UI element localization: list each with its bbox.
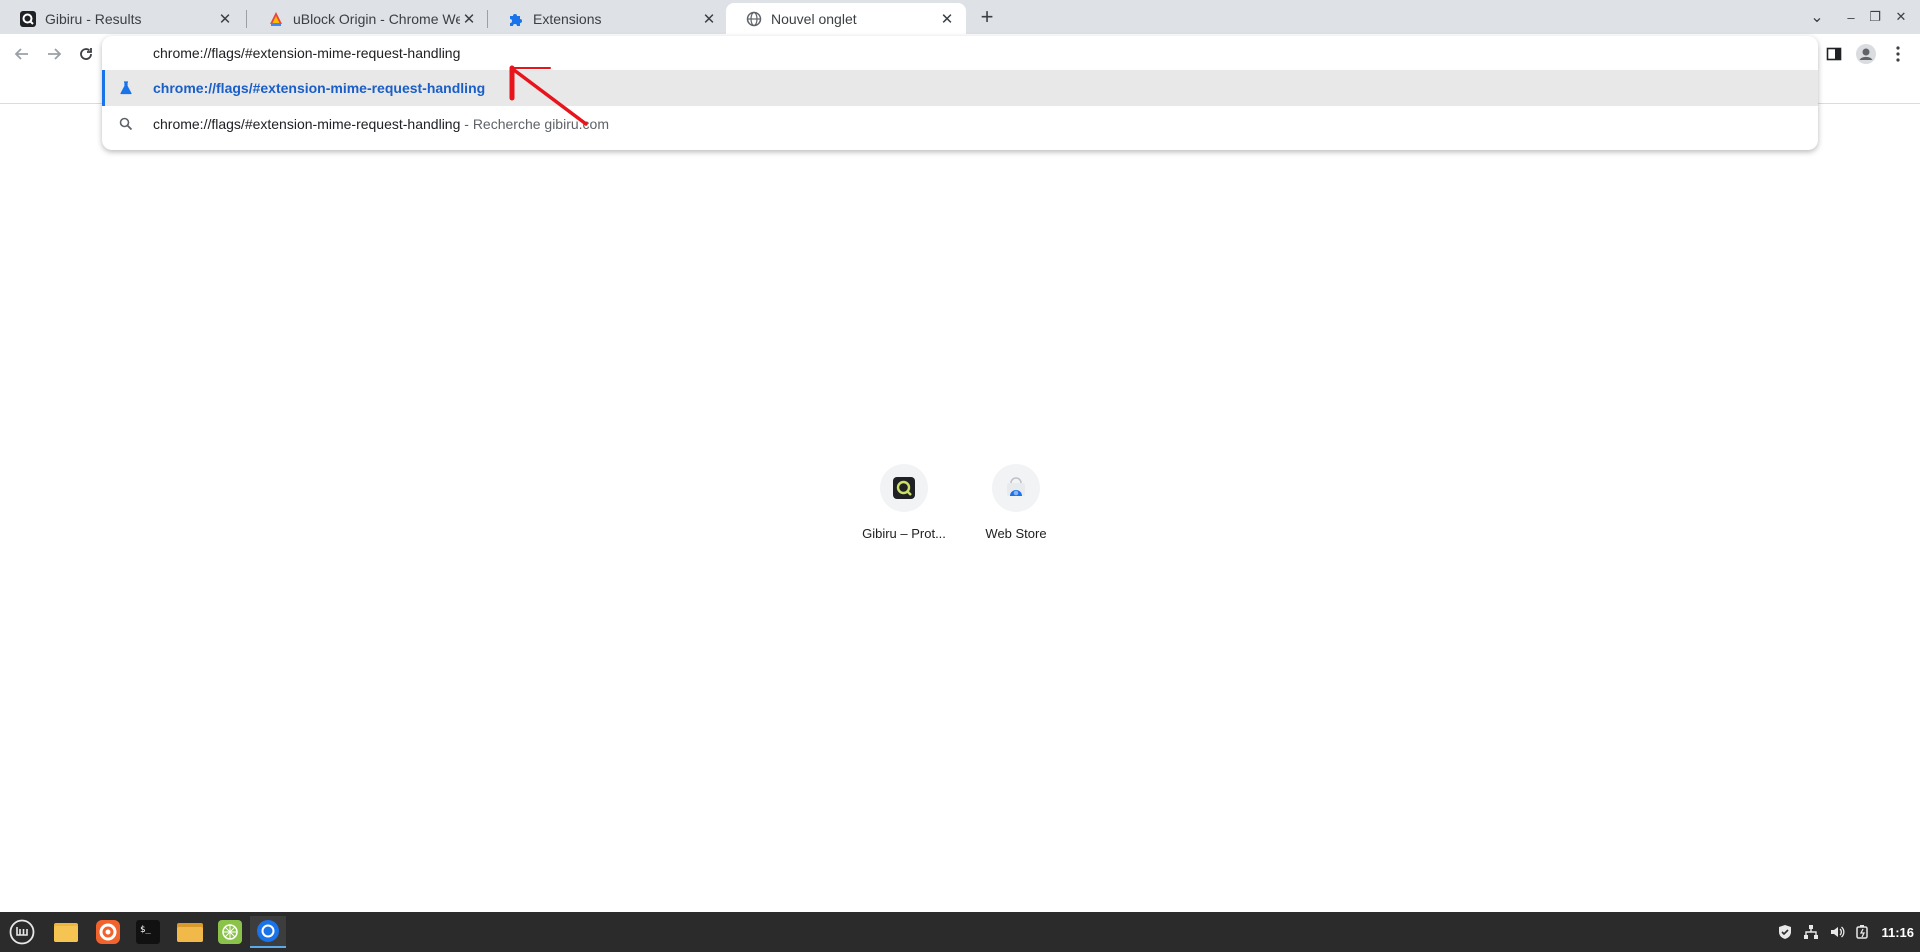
chrome-icon[interactable] <box>250 916 286 948</box>
tab-search-dropdown-icon[interactable]: ⌄ <box>1804 4 1830 30</box>
file-manager-icon[interactable] <box>172 916 208 948</box>
search-icon <box>114 117 138 131</box>
close-window-button[interactable]: ✕ <box>1888 4 1914 30</box>
spreadsheet-icon[interactable] <box>212 916 248 948</box>
flask-icon <box>114 81 138 95</box>
files-folder-icon[interactable] <box>48 916 84 948</box>
back-button[interactable] <box>8 40 36 68</box>
globe-icon <box>746 11 762 27</box>
gibiru-icon <box>893 477 915 499</box>
shortcut-label: Gibiru – Prot... <box>862 526 946 541</box>
new-tab-button[interactable]: + <box>974 4 1000 30</box>
gibiru-icon <box>20 10 36 27</box>
suggestion-query: chrome://flags/#extension-mime-request-h… <box>153 116 461 132</box>
ublock-icon <box>268 11 284 27</box>
puzzle-icon <box>508 11 524 27</box>
tab-close-icon[interactable]: ✕ <box>700 10 718 28</box>
clock[interactable]: 11:16 <box>1881 912 1914 952</box>
tab-extensions[interactable]: Extensions ✕ <box>488 3 728 34</box>
minimize-button[interactable]: – <box>1838 4 1864 30</box>
omnibox-text: chrome://flags/#extension-mime-request-h… <box>153 45 461 61</box>
terminal-icon[interactable]: $_ <box>130 916 166 948</box>
tab-title: Extensions <box>533 10 602 27</box>
arrow-left-icon <box>14 48 28 60</box>
mint-menu-icon[interactable] <box>4 916 40 948</box>
restore-button[interactable]: ❐ <box>1862 4 1888 30</box>
tab-close-icon[interactable]: ✕ <box>216 10 234 28</box>
arrow-right-icon <box>48 48 62 60</box>
shortcut-label: Web Store <box>985 526 1047 541</box>
side-panel-button[interactable] <box>1820 40 1848 68</box>
firefox-icon[interactable] <box>90 916 126 948</box>
tab-title: uBlock Origin - Chrome Web S <box>293 10 460 27</box>
tab-separator <box>246 10 247 28</box>
kebab-menu-icon <box>1896 46 1900 62</box>
reload-icon <box>80 48 92 60</box>
shortcut-tile <box>880 464 928 512</box>
tab-title: Gibiru - Results <box>45 10 142 27</box>
forward-button[interactable] <box>40 40 68 68</box>
taskbar: $_ 11:16 <box>0 912 1920 952</box>
tab-close-icon[interactable]: ✕ <box>460 10 478 28</box>
tab-title: Nouvel onglet <box>771 10 857 27</box>
web-store-icon <box>1007 477 1025 496</box>
svg-text:$_: $_ <box>140 925 151 935</box>
tab-ublock-origin[interactable]: uBlock Origin - Chrome Web S ✕ <box>248 3 488 34</box>
battery-icon[interactable] <box>1852 912 1874 952</box>
shortcut-tile <box>992 464 1040 512</box>
chrome-menu-button[interactable] <box>1884 40 1912 68</box>
side-panel-icon <box>1826 47 1842 61</box>
shortcut-gibiru[interactable]: Gibiru – Prot... <box>852 464 956 541</box>
tab-close-icon[interactable]: ✕ <box>938 10 956 28</box>
profile-button[interactable] <box>1852 40 1880 68</box>
shield-icon[interactable] <box>1774 912 1796 952</box>
omnibox-input[interactable]: chrome://flags/#extension-mime-request-h… <box>102 36 1818 70</box>
omnibox-dropdown: chrome://flags/#extension-mime-request-h… <box>102 36 1818 150</box>
omnibox-suggestion[interactable]: chrome://flags/#extension-mime-request-h… <box>102 106 1818 142</box>
tab-nouvel-onglet[interactable]: Nouvel onglet ✕ <box>726 3 966 34</box>
tab-strip: Gibiru - Results ✕ uBlock Origin - Chrom… <box>0 0 1920 34</box>
annotation-arrow <box>509 65 588 126</box>
shortcut-web-store[interactable]: Web Store <box>964 464 1068 541</box>
suggestion-text: chrome://flags/#extension-mime-request-h… <box>153 80 486 96</box>
omnibox-suggestion[interactable]: chrome://flags/#extension-mime-request-h… <box>102 70 1818 106</box>
tab-gibiru-results[interactable]: Gibiru - Results ✕ <box>0 3 244 34</box>
volume-icon[interactable] <box>1826 912 1848 952</box>
reload-button[interactable] <box>72 40 100 68</box>
avatar-icon <box>1856 44 1876 64</box>
network-icon[interactable] <box>1800 912 1822 952</box>
